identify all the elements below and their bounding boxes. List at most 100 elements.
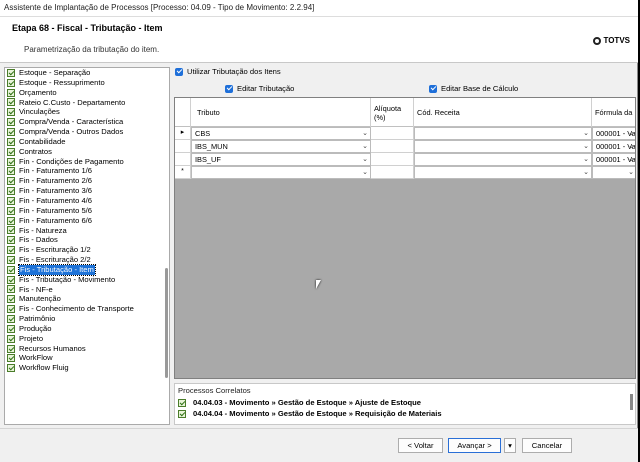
step-check-icon	[7, 196, 15, 205]
aliquota-cell[interactable]	[371, 127, 414, 140]
tree-item-label: Fin - Faturamento 4/6	[19, 195, 93, 205]
tree-item[interactable]: Workflow Fluig	[5, 363, 169, 373]
tree-item-label: Fis - Escrituração 2/2	[19, 255, 91, 265]
tree-item[interactable]: Orçamento	[5, 88, 169, 98]
totvs-logo-icon	[593, 36, 602, 45]
correlated-item[interactable]: 04.04.03 - Movimento » Gestão de Estoque…	[178, 398, 421, 407]
tributo-select[interactable]: CBS ⌄	[191, 127, 371, 140]
chevron-down-icon[interactable]: ⌄	[583, 128, 589, 139]
tree-item[interactable]: Fin - Condições de Pagamento	[5, 157, 169, 167]
tree-item[interactable]: Fis - Dados	[5, 235, 169, 245]
table-row[interactable]: IBS_MUN ⌄ ⌄ 000001 - Val ⌄	[175, 140, 635, 153]
tree-item[interactable]: Fin - Faturamento 3/6	[5, 186, 169, 196]
correlated-item-label: 04.04.03 - Movimento » Gestão de Estoque…	[193, 398, 422, 407]
column-tributo[interactable]: Tributo	[191, 98, 371, 127]
tree-item[interactable]: Recursos Humanos	[5, 344, 169, 354]
tributo-select[interactable]: IBS_MUN ⌄	[191, 140, 371, 153]
chevron-down-icon[interactable]: ⌄	[628, 141, 634, 152]
tree-scrollbar-thumb[interactable]	[165, 268, 168, 378]
tree-item[interactable]: Contratos	[5, 147, 169, 157]
process-check-icon	[178, 409, 186, 418]
cod-receita-select[interactable]: ⌄	[414, 140, 592, 153]
tree-item[interactable]: Fis - Tributação - Movimento	[5, 275, 169, 285]
column-cod-receita[interactable]: Cód. Receita	[414, 98, 592, 127]
step-check-icon	[7, 118, 15, 127]
tree-item[interactable]: Fis - Conhecimento de Transporte	[5, 304, 169, 314]
table-row[interactable]: * ⌄ ⌄ ⌄	[175, 166, 635, 179]
tree-item[interactable]: Fin - Faturamento 4/6	[5, 196, 169, 206]
formula-select[interactable]: 000001 - Val ⌄	[592, 127, 635, 140]
step-check-icon	[7, 177, 15, 186]
tree-item[interactable]: Vinculações	[5, 107, 169, 117]
tree-item[interactable]: Fis - Escrituração 1/2	[5, 245, 169, 255]
table-row[interactable]: ▸ CBS ⌄ ⌄ 000001 - Val ⌄	[175, 127, 635, 140]
tree-item[interactable]: Fin - Faturamento 5/6	[5, 206, 169, 216]
tree-item[interactable]: Compra/Venda - Característica	[5, 117, 169, 127]
tree-item[interactable]: Estoque - Ressuprimento	[5, 78, 169, 88]
step-check-icon	[7, 305, 15, 314]
tree-item[interactable]: Projeto	[5, 334, 169, 344]
edit-tax-checkbox[interactable]: Editar Tributação	[225, 84, 294, 93]
tree-item[interactable]: Fis - Natureza	[5, 226, 169, 236]
tree-item-label: Vinculações	[19, 107, 60, 117]
step-check-icon	[7, 167, 15, 176]
chevron-down-icon[interactable]: ⌄	[362, 154, 368, 165]
tree-item[interactable]: WorkFlow	[5, 353, 169, 363]
tree-item[interactable]: Fin - Faturamento 2/6	[5, 176, 169, 186]
step-check-icon	[7, 344, 15, 353]
cod-receita-select[interactable]: ⌄	[414, 153, 592, 166]
tree-item-label: Rateio C.Custo - Departamento	[19, 97, 126, 107]
column-aliquota[interactable]: Alíquota (%)	[371, 98, 414, 127]
steps-tree[interactable]: Estoque - Separação Estoque - Ressuprimen…	[4, 67, 170, 425]
aliquota-cell[interactable]	[371, 166, 414, 179]
tributo-select[interactable]: ⌄	[191, 166, 371, 179]
back-button[interactable]: < Voltar	[398, 438, 443, 453]
tree-item[interactable]: Patrimônio	[5, 314, 169, 324]
edit-base-checkbox[interactable]: Editar Base de Cálculo	[429, 84, 518, 93]
tree-item[interactable]: Fin - Faturamento 6/6	[5, 216, 169, 226]
tree-item-label: Projeto	[19, 333, 44, 343]
aliquota-cell[interactable]	[371, 153, 414, 166]
tree-item[interactable]: Manutenção	[5, 294, 169, 304]
chevron-down-icon[interactable]: ⌄	[628, 167, 634, 178]
tributo-select[interactable]: IBS_UF ⌄	[191, 153, 371, 166]
correlated-title: Processos Correlatos	[178, 386, 251, 395]
chevron-down-icon[interactable]: ⌄	[583, 141, 589, 152]
tax-grid[interactable]: Tributo Alíquota (%) Cód. Receita Fórmul…	[174, 97, 636, 379]
formula-select[interactable]: 000001 - Val ⌄	[592, 140, 635, 153]
tree-item-label: Fis - Tributação - Item	[18, 263, 96, 276]
chevron-down-icon[interactable]: ⌄	[583, 167, 589, 178]
aliquota-cell[interactable]	[371, 140, 414, 153]
step-check-icon	[7, 354, 15, 363]
step-title: Etapa 68 - Fiscal - Tributação - Item	[12, 23, 163, 33]
tree-item[interactable]: Estoque - Separação	[5, 68, 169, 78]
tree-item[interactable]: Rateio C.Custo - Departamento	[5, 98, 169, 108]
cod-receita-select[interactable]: ⌄	[414, 127, 592, 140]
column-formula[interactable]: Fórmula da	[592, 98, 635, 127]
next-dropdown-button[interactable]: ▾	[504, 438, 516, 453]
formula-select[interactable]: ⌄	[592, 166, 635, 179]
tree-item[interactable]: Fis - Escrituração 2/2	[5, 255, 169, 265]
row-marker: ▸	[175, 127, 191, 140]
cancel-button[interactable]: Cancelar	[522, 438, 572, 453]
chevron-down-icon[interactable]: ⌄	[362, 128, 368, 139]
tree-item[interactable]: Fis - NF-e	[5, 285, 169, 295]
chevron-down-icon[interactable]: ⌄	[362, 141, 368, 152]
cod-receita-select[interactable]: ⌄	[414, 166, 592, 179]
next-button[interactable]: Avançar >	[448, 438, 501, 453]
chevron-down-icon[interactable]: ⌄	[583, 154, 589, 165]
correlated-scrollbar[interactable]	[630, 394, 633, 410]
tree-item[interactable]: Fin - Faturamento 1/6	[5, 166, 169, 176]
chevron-down-icon[interactable]: ⌄	[628, 128, 634, 139]
chevron-down-icon[interactable]: ⌄	[628, 154, 634, 165]
correlated-item[interactable]: 04.04.04 - Movimento » Gestão de Estoque…	[178, 409, 442, 418]
tree-item[interactable]: Compra/Venda - Outros Dados	[5, 127, 169, 137]
chevron-down-icon[interactable]: ⌄	[362, 167, 368, 178]
correlated-item-label: 04.04.04 - Movimento » Gestão de Estoque…	[193, 409, 442, 418]
tree-item[interactable]: Produção	[5, 324, 169, 334]
formula-select[interactable]: 000001 - Val ⌄	[592, 153, 635, 166]
tree-item[interactable]: Fis - Tributação - Item	[5, 263, 169, 276]
use-item-tax-checkbox[interactable]: Utilizar Tributação dos Itens	[175, 67, 281, 76]
tree-item[interactable]: Contabilidade	[5, 137, 169, 147]
table-row[interactable]: IBS_UF ⌄ ⌄ 000001 - Val ⌄	[175, 153, 635, 166]
